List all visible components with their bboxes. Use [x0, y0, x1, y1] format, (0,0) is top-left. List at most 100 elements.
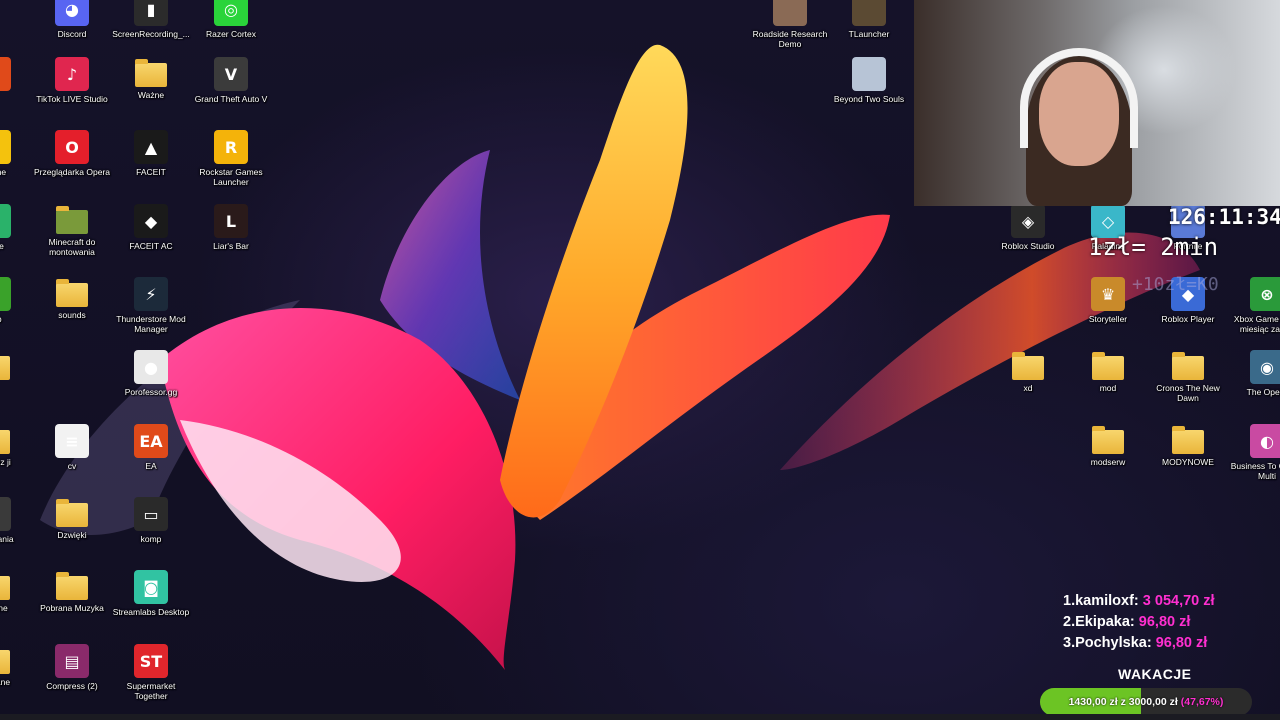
desktop-icon-supermarket-together[interactable]: ST Supermarket Together: [111, 644, 191, 701]
desktop-icon-tlauncher[interactable]: TLauncher: [829, 0, 909, 39]
desktop-icon-minecraft-montowania[interactable]: Minecraft do montowania: [32, 204, 112, 257]
game-thumbnail-icon: ◉: [1250, 350, 1280, 384]
desktop-icon-left-folder-1[interactable]: [0, 350, 34, 383]
desktop-icon-label: Streamlabs Desktop: [112, 607, 190, 617]
desktop-icon-compress[interactable]: ▤ Compress (2): [32, 644, 112, 691]
desktop-icon-label: mod: [1099, 383, 1117, 393]
document-icon: ≡: [55, 424, 89, 458]
desktop-icon-gta-v[interactable]: V Grand Theft Auto V: [191, 57, 271, 104]
folder-icon: [0, 650, 10, 674]
liars-bar-icon: L: [214, 204, 248, 238]
desktop-icon-pobrana-muzyka[interactable]: Pobrana Muzyka: [32, 570, 112, 613]
desktop-icon-label: towane: [0, 603, 8, 613]
desktop-icon-label: ScreenRecording_...: [112, 29, 190, 39]
desktop-icon-roblox-studio[interactable]: ◈ Roblox Studio: [988, 204, 1068, 251]
desktop-icon-label: Minecraft do montowania: [48, 237, 96, 257]
desktop-icon-label: TLauncher: [848, 29, 890, 39]
desktop-icon-label: Discord: [57, 29, 87, 39]
game-thumbnail-icon: [773, 0, 807, 26]
desktop-icon-label: Storyteller: [1088, 314, 1128, 324]
chrome-icon: [0, 130, 11, 164]
desktop-icon-label: Business To Online Multi: [1230, 461, 1280, 481]
desktop-icon-label: ox do ania: [0, 534, 14, 544]
desktop-icon-modserw[interactable]: modserw: [1068, 424, 1148, 467]
desktop-icon-business-tour[interactable]: ◐ Business To Online Multi: [1227, 424, 1280, 481]
winrar-icon: ▤: [55, 644, 89, 678]
goal-title: WAKACJE: [1118, 666, 1192, 682]
desktop-icon-wazne[interactable]: Ważne: [111, 57, 191, 100]
desktop-icon-label: Pobrana Muzyka: [40, 603, 104, 613]
desktop-icon-label: modserw: [1090, 457, 1126, 467]
app-icon: [0, 497, 11, 531]
desktop-icon-label: Liar's Bar: [213, 241, 249, 251]
desktop-icon-label: App: [0, 314, 2, 324]
desktop-icon-left-1[interactable]: [0, 57, 34, 94]
desktop-icon-left-bez[interactable]: my bez ji: [0, 424, 34, 467]
desktop-icon-label: aft wane: [0, 677, 11, 687]
desktop-icon-liars-bar[interactable]: L Liar's Bar: [191, 204, 271, 251]
supermarket-together-icon: ST: [134, 644, 168, 678]
desktop-icon-label: sounds: [58, 310, 86, 320]
gta-icon: V: [214, 57, 248, 91]
desktop-icon-ea[interactable]: EA EA: [111, 424, 191, 471]
taskbar-edge: [0, 714, 1280, 720]
desktop-icon-left-craft[interactable]: aft wane: [0, 644, 34, 687]
desktop-icon-roadside-research[interactable]: Roadside Research Demo: [750, 0, 830, 49]
desktop-icon-label: Ważne: [137, 90, 165, 100]
desktop-icon-opera[interactable]: O Przeglądarka Opera: [32, 130, 112, 177]
desktop-icon-the-opera[interactable]: ◉ The Opera: [1227, 350, 1280, 397]
folder-icon: [0, 356, 10, 380]
desktop-icon-faceit[interactable]: ▲ FACEIT: [111, 130, 191, 177]
desktop-icon-discord[interactable]: ◕ Discord: [32, 0, 112, 39]
desktop-icon-label: Cronos The New Dawn: [1156, 383, 1220, 403]
desktop-icon-sounds[interactable]: sounds: [32, 277, 112, 320]
desktop: ◕ Discord ▮ ScreenRecording_... ◎ Razer Corte…: [0, 0, 1280, 720]
desktop-icon-rockstar-launcher[interactable]: R Rockstar Games Launcher: [191, 130, 271, 187]
desktop-icon-left-chrome[interactable]: hrome: [0, 130, 34, 177]
desktop-icon-cv[interactable]: ≡ cv: [32, 424, 112, 471]
desktop-icon-label: Rockstar Games Launcher: [199, 167, 263, 187]
folder-icon: [0, 576, 10, 600]
folder-icon: [1172, 426, 1204, 454]
desktop-icon-xbox-game-pass[interactable]: ⊗ Xbox Game Pass miesiąc za d...: [1227, 277, 1280, 334]
desktop-icon-beyond-two-souls[interactable]: Beyond Two Souls: [829, 57, 909, 104]
folder-icon: [1092, 352, 1124, 380]
desktop-icon-left-xbox[interactable]: ox do ania: [0, 497, 34, 544]
desktop-icon-left-towane[interactable]: towane: [0, 570, 34, 613]
donation-bonus-text: +10zł=K0: [1132, 274, 1219, 295]
desktop-icon-cronos[interactable]: Cronos The New Dawn: [1148, 350, 1228, 403]
desktop-icon-porofessor[interactable]: ● Porofessor.gg: [111, 350, 191, 397]
faceit-icon: ▲: [134, 130, 168, 164]
roblox-studio-icon: ◈: [1011, 204, 1045, 238]
desktop-icon-left-app[interactable]: App: [0, 277, 34, 324]
desktop-icon-komp[interactable]: ▭ komp: [111, 497, 191, 544]
game-thumbnail-icon: [852, 57, 886, 91]
folder-icon: [1012, 352, 1044, 380]
desktop-icon-label: Beyond Two Souls: [833, 94, 905, 104]
desktop-icon-label: FACEIT AC: [129, 241, 173, 251]
goal-progress-text: 1430,00 zł z 3000,00 zł (47,67%): [1068, 696, 1224, 708]
folder-icon: [56, 206, 88, 234]
desktop-icon-screen-recording[interactable]: ▮ ScreenRecording_...: [111, 0, 191, 39]
desktop-icon-faceit-ac[interactable]: ◆ FACEIT AC: [111, 204, 191, 251]
desktop-icon-label: Grand Theft Auto V: [194, 94, 268, 104]
desktop-icon-modynowe[interactable]: MODYNOWE: [1148, 424, 1228, 467]
desktop-icon-streamlabs[interactable]: ◙ Streamlabs Desktop: [111, 570, 191, 617]
desktop-icon-razer-cortex[interactable]: ◎ Razer Cortex: [191, 0, 271, 39]
video-file-icon: ▮: [134, 0, 168, 26]
subathon-timer: 126:11:34: [1168, 205, 1280, 229]
desktop-icon-label: Przeglądarka Opera: [33, 167, 111, 177]
desktop-icon-label: hrome: [0, 167, 7, 177]
desktop-icon-tiktok-live-studio[interactable]: ♪ TikTok LIVE Studio: [32, 57, 112, 104]
folder-icon: [1092, 426, 1124, 454]
xbox-icon: ⊗: [1250, 277, 1280, 311]
desktop-icon-xd[interactable]: xd: [988, 350, 1068, 393]
desktop-icon-mod[interactable]: mod: [1068, 350, 1148, 393]
desktop-icon-dzwieki[interactable]: Dzwięki: [32, 497, 112, 540]
top-donors-list: 1.kamiloxf: 3 054,70 zł 2.Ekipaka: 96,80…: [1063, 591, 1215, 654]
folder-icon: [0, 430, 10, 454]
edge-icon: [0, 204, 11, 238]
desktop-icon-thunderstore[interactable]: ⚡ Thunderstore Mod Manager: [111, 277, 191, 334]
discord-icon: ◕: [55, 0, 89, 26]
desktop-icon-left-edge[interactable]: Edge: [0, 204, 34, 251]
